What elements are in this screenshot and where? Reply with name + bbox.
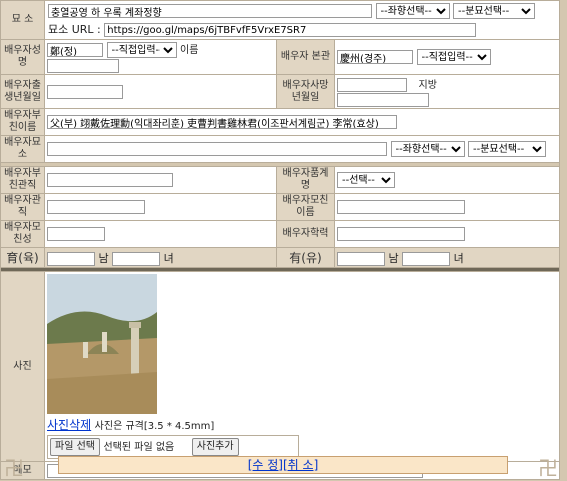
spouse-origin-input[interactable] — [337, 50, 413, 64]
children-present-daughter-input[interactable] — [402, 251, 451, 266]
grave-url-input[interactable] — [104, 23, 477, 37]
spouse-death-suffix: 지방 — [418, 80, 437, 91]
children-raised-daughter-input[interactable] — [112, 251, 161, 266]
spouse-title-label: 배우자품계명 — [276, 166, 335, 194]
spouse-mother-name-label: 배우자모친이름 — [276, 193, 335, 221]
spouse-death-input[interactable] — [337, 78, 407, 92]
children-raised-son-unit: 남 — [98, 251, 109, 265]
cancel-link[interactable]: [취 소] — [283, 458, 318, 472]
spouse-father-office-label: 배우자부친관직 — [0, 166, 45, 194]
spouse-birth-input[interactable] — [47, 84, 123, 99]
spouse-father-label: 배우자부친이름 — [0, 108, 45, 136]
spouse-title-select[interactable]: --선택-- — [337, 172, 395, 188]
photo-spec-text: 사진은 규격[3.5 * 4.5mm] — [94, 421, 215, 432]
photo-delete-link[interactable]: 사진삭제 — [47, 418, 91, 432]
spouse-grave-label: 배우자묘소 — [0, 135, 45, 163]
spouse-father-office-input[interactable] — [47, 173, 173, 187]
children-raised-daughter-unit: 녀 — [163, 251, 174, 265]
spouse-grave-input[interactable] — [47, 142, 387, 156]
spouse-mother-clan-input[interactable] — [47, 227, 105, 241]
children-raised-son-input[interactable] — [47, 251, 95, 266]
spouse-education-input[interactable] — [337, 227, 465, 241]
genealogy-form: 묘 소 --좌향선택-- --분묘선택-- 묘소 URL : 배우자성명 --직… — [0, 0, 561, 480]
no-file-text: 선택된 파일 없음 — [103, 442, 175, 453]
add-photo-button[interactable]: 사진추가 — [191, 438, 239, 456]
spouse-origin-select[interactable]: --직접입력-- — [416, 49, 491, 65]
action-bar: [수 정][취 소] — [58, 456, 508, 474]
spouse-grave-burial-select[interactable]: --분묘선택-- — [468, 141, 546, 157]
photo-label: 사진 — [0, 271, 45, 462]
spouse-mother-clan-label: 배우자모친성 — [0, 220, 45, 248]
spouse-father-input[interactable] — [47, 115, 397, 129]
spouse-name-label: 배우자성명 — [0, 39, 45, 75]
save-link[interactable]: [수 정] — [248, 458, 283, 472]
spouse-origin-label: 배우자 본관 — [276, 39, 335, 75]
grave-photo-image — [47, 274, 157, 414]
grave-direction-select[interactable]: --좌향선택-- — [375, 3, 450, 19]
spouse-office-input[interactable] — [47, 200, 145, 214]
spouse-name-input[interactable] — [47, 43, 103, 57]
spouse-death-label: 배우자사망년월일 — [276, 74, 335, 109]
children-raised-label: 育(육) — [0, 247, 45, 268]
form-table: 묘 소 --좌향선택-- --분묘선택-- 묘소 URL : 배우자성명 --직… — [0, 0, 561, 480]
spouse-grave-direction-select[interactable]: --좌향선택-- — [390, 141, 465, 157]
grave-url-label: 묘소 URL : — [48, 23, 101, 36]
children-present-daughter-unit: 녀 — [453, 251, 464, 265]
grave-address-input[interactable] — [48, 4, 372, 18]
spouse-education-label: 배우자학력 — [276, 220, 335, 248]
children-present-label: 有(유) — [276, 247, 335, 268]
children-present-son-input[interactable] — [337, 251, 385, 266]
spouse-mother-name-input[interactable] — [337, 200, 465, 214]
children-present-son-unit: 남 — [388, 251, 399, 265]
grave-photo — [47, 274, 157, 414]
grave-label: 묘 소 — [0, 0, 45, 40]
grave-burial-select[interactable]: --분묘선택-- — [453, 3, 535, 19]
spouse-name-suffix: 이름 — [180, 45, 199, 56]
spouse-death-extra-input[interactable] — [337, 93, 429, 107]
spouse-given-name-input[interactable] — [47, 59, 119, 73]
spouse-office-label: 배우자관직 — [0, 193, 45, 221]
spouse-name-select[interactable]: --직접입력-- — [106, 42, 177, 58]
file-select-button[interactable]: 파일 선택 — [50, 438, 100, 456]
spouse-birth-label: 배우자출생년월일 — [0, 74, 45, 109]
